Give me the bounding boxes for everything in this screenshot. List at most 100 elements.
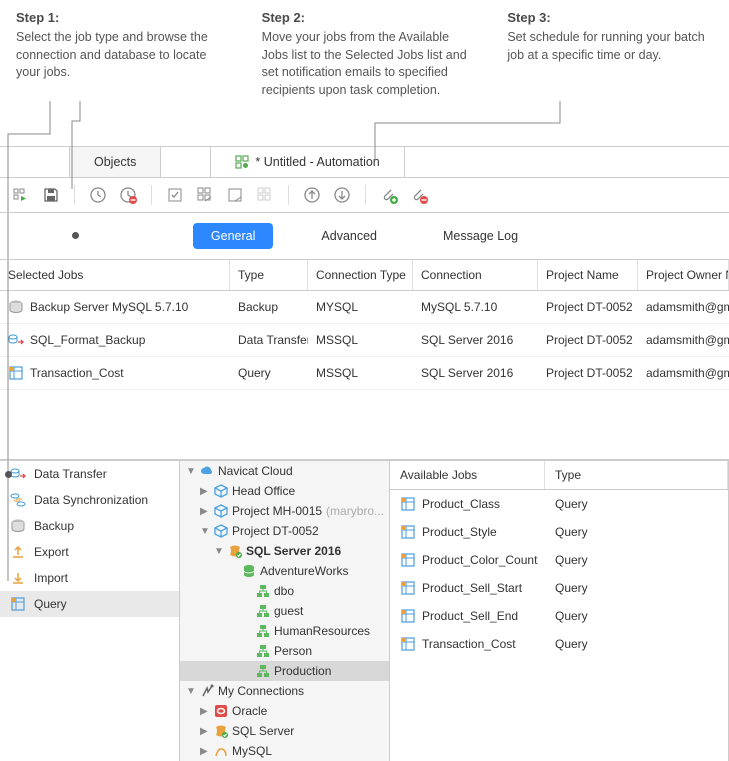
available-job-row[interactable]: Product_Sell_StartQuery — [390, 574, 728, 602]
clear-button[interactable] — [254, 184, 276, 206]
job-name: Backup Server MySQL 5.7.10 — [30, 300, 188, 314]
job-name: SQL_Format_Backup — [30, 333, 145, 347]
cube-icon — [214, 524, 228, 538]
col-available-type[interactable]: Type — [545, 461, 728, 489]
schema-icon — [256, 664, 270, 678]
tree-node[interactable]: guest — [180, 601, 389, 621]
subtab-messagelog[interactable]: Message Log — [425, 223, 536, 249]
tree-node[interactable]: HumanResources — [180, 621, 389, 641]
tree-node[interactable]: ▶SQL Server — [180, 721, 389, 741]
tree-node-label: Production — [274, 664, 331, 678]
query-icon — [400, 580, 416, 596]
tree-node[interactable]: ▶Head Office — [180, 481, 389, 501]
attach-remove-button[interactable] — [408, 184, 430, 206]
available-job-type: Query — [545, 605, 728, 627]
col-selected-jobs[interactable]: Selected Jobs — [0, 260, 230, 290]
sqlserver-icon — [228, 544, 242, 558]
step-1-desc: Select the job type and browse the conne… — [16, 29, 222, 82]
leader-dot-1 — [5, 471, 12, 478]
col-project-name[interactable]: Project Name — [538, 260, 638, 290]
automation-icon — [235, 155, 249, 169]
col-project-owner[interactable]: Project Owner N — [638, 260, 729, 290]
sidebar-item-query[interactable]: Query — [0, 591, 179, 617]
job-connection: SQL Server 2016 — [413, 361, 538, 385]
available-job-row[interactable]: Product_StyleQuery — [390, 518, 728, 546]
select-all-button[interactable] — [164, 184, 186, 206]
leader-lines — [0, 107, 729, 147]
available-job-row[interactable]: Product_Color_CountQuery — [390, 546, 728, 574]
selected-jobs-grid-header: Selected Jobs Type Connection Type Conne… — [0, 260, 729, 291]
query-icon — [400, 608, 416, 624]
subtab-advanced[interactable]: Advanced — [303, 223, 395, 249]
job-type: Query — [230, 361, 308, 385]
tree-node[interactable]: dbo — [180, 581, 389, 601]
job-conn-type: MSSQL — [308, 361, 413, 385]
job-owner: adamsmith@gma — [638, 361, 729, 385]
available-job-row[interactable]: Transaction_CostQuery — [390, 630, 728, 658]
move-up-button[interactable] — [301, 184, 323, 206]
sidebar-item-label: Backup — [34, 519, 74, 533]
step-3: Step 3: Set schedule for running your ba… — [507, 10, 713, 99]
tab-objects[interactable]: Objects — [70, 147, 161, 177]
tree-node[interactable]: ▶Project MH-0015 (marybro... — [180, 501, 389, 521]
tree-node[interactable]: ▼SQL Server 2016 — [180, 541, 389, 561]
sidebar-item-import[interactable]: Import — [0, 565, 179, 591]
tree-node-extra: (marybro... — [326, 504, 384, 518]
available-job-name: Product_Color_Count — [422, 553, 537, 567]
tree-node[interactable]: Production — [180, 661, 389, 681]
col-available-jobs[interactable]: Available Jobs — [390, 461, 545, 489]
sidebar-item-label: Data Transfer — [34, 467, 107, 481]
tree-node[interactable]: Person — [180, 641, 389, 661]
sidebar-item-export[interactable]: Export — [0, 539, 179, 565]
col-connection[interactable]: Connection — [413, 260, 538, 290]
tree-node-label: MySQL — [232, 744, 272, 758]
available-job-name: Transaction_Cost — [422, 637, 516, 651]
selected-job-row[interactable]: Transaction_Cost Query MSSQL SQL Server … — [0, 357, 729, 390]
job-project: Project DT-0052 — [538, 295, 638, 319]
tree-node[interactable]: ▶Oracle — [180, 701, 389, 721]
schema-icon — [256, 604, 270, 618]
step-3-title: Step 3: — [507, 10, 713, 25]
tree-node[interactable]: ▼ Project DT-0052 — [180, 521, 389, 541]
unschedule-button[interactable] — [117, 184, 139, 206]
tree-node-label: Project DT-0052 — [232, 524, 319, 538]
sidebar-item-data-synchronization[interactable]: Data Synchronization — [0, 487, 179, 513]
sidebar-item-backup[interactable]: Backup — [0, 513, 179, 539]
tree-node[interactable]: AdventureWorks — [180, 561, 389, 581]
step-2-title: Step 2: — [262, 10, 468, 25]
available-job-row[interactable]: Product_Sell_EndQuery — [390, 602, 728, 630]
sidebar-item-data-transfer[interactable]: Data Transfer — [0, 461, 179, 487]
job-project: Project DT-0052 — [538, 328, 638, 352]
tree-node[interactable]: ▼My Connections — [180, 681, 389, 701]
selected-job-row[interactable]: SQL_Format_Backup Data Transfer MSSQL SQ… — [0, 324, 729, 357]
attach-add-button[interactable] — [378, 184, 400, 206]
schedule-button[interactable] — [87, 184, 109, 206]
run-button[interactable] — [10, 184, 32, 206]
selected-jobs-grid-body: Backup Server MySQL 5.7.10 Backup MYSQL … — [0, 291, 729, 390]
available-jobs-header: Available Jobs Type — [390, 461, 728, 490]
grid-empty-area — [0, 390, 729, 460]
tree-node[interactable]: ▶MySQL — [180, 741, 389, 761]
datasync-icon — [10, 492, 26, 508]
tab-bar: Objects * Untitled - Automation — [0, 147, 729, 178]
sidebar-item-label: Data Synchronization — [34, 493, 148, 507]
available-job-row[interactable]: Product_ClassQuery — [390, 490, 728, 518]
selected-job-row[interactable]: Backup Server MySQL 5.7.10 Backup MYSQL … — [0, 291, 729, 324]
col-conn-type[interactable]: Connection Type — [308, 260, 413, 290]
schema-icon — [256, 584, 270, 598]
tree-arrow-icon: ▼ — [186, 686, 196, 697]
save-button[interactable] — [40, 184, 62, 206]
available-job-type: Query — [545, 577, 728, 599]
job-type-sidebar: Data Transfer Data Synchronization Backup E… — [0, 461, 180, 761]
tree-arrow-icon: ▼ — [214, 546, 224, 557]
tree-arrow-icon: ▶ — [200, 726, 210, 737]
deselect-button[interactable] — [224, 184, 246, 206]
job-conn-type: MYSQL — [308, 295, 413, 319]
tab-automation[interactable]: * Untitled - Automation — [211, 147, 404, 177]
tree-node[interactable]: ▼Navicat Cloud — [180, 461, 389, 481]
tree-arrow-icon: ▼ — [200, 526, 210, 537]
subtab-general[interactable]: General — [193, 223, 273, 249]
col-type[interactable]: Type — [230, 260, 308, 290]
move-down-button[interactable] — [331, 184, 353, 206]
select-grid-button[interactable] — [194, 184, 216, 206]
